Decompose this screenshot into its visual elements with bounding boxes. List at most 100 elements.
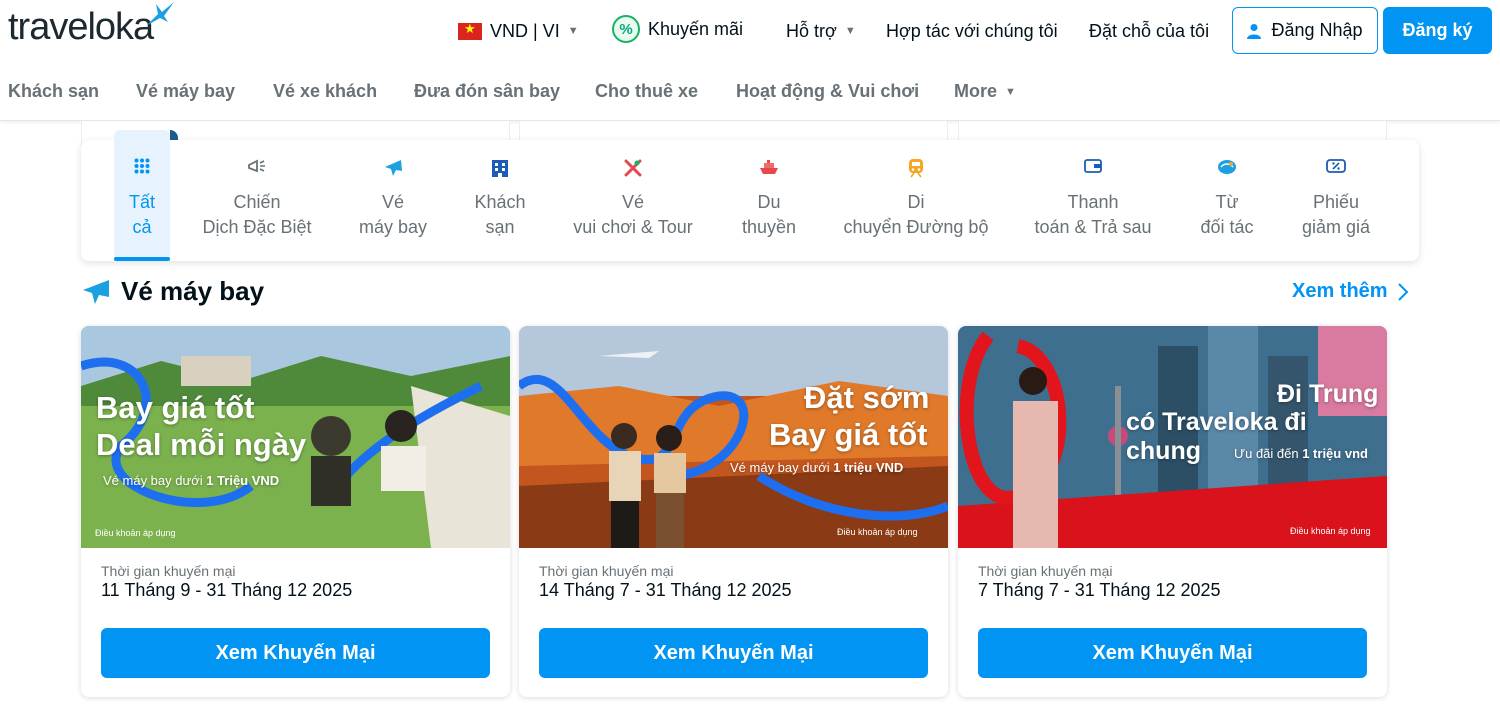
view-promo-button[interactable]: Xem Khuyến Mại: [539, 628, 928, 678]
promo-period-label: Thời gian khuyến mại: [101, 563, 236, 579]
category-label-line1: Chiến: [233, 192, 281, 212]
nav-item-activities[interactable]: Hoạt động & Vui chơi: [736, 81, 919, 102]
category-label-line2: vui chơi & Tour: [573, 217, 693, 237]
category-label-line2: thuyền: [741, 217, 797, 237]
my-bookings-label: Đặt chỗ của tôi: [1089, 20, 1210, 41]
banner-headline-line2: Bay giá tốt: [769, 417, 928, 452]
promo-label: Khuyến mãi: [648, 18, 744, 39]
promo-card: Đặt sớm Bay giá tốt Vé máy bay dưới 1 tr…: [519, 326, 948, 697]
category-label-line1: Vé: [621, 192, 645, 212]
register-button[interactable]: Đăng ký: [1383, 7, 1492, 54]
category-label-line2: máy bay: [358, 217, 428, 237]
my-bookings-link[interactable]: Đặt chỗ của tôi: [1089, 18, 1209, 44]
chevron-right-icon: [1397, 282, 1408, 301]
promo-period-label: Thời gian khuyến mại: [978, 563, 1113, 579]
promo-banner-image[interactable]: Bay giá tốt Deal mỗi ngày Vé máy bay dướ…: [81, 326, 510, 548]
see-more-label: Xem thêm: [1292, 280, 1388, 302]
nav-item-airport-transfer[interactable]: Đưa đón sân bay: [414, 81, 560, 102]
category-label-line1: Khách: [474, 192, 526, 212]
currency-language-selector[interactable]: VND | VI ▼: [458, 18, 579, 44]
category-tab-attractions-tour[interactable]: Vé vui chơi & Tour: [563, 158, 703, 240]
login-label: Đăng Nhập: [1271, 20, 1363, 40]
chevron-down-icon: ▼: [844, 25, 856, 37]
partner-icon: [1189, 158, 1265, 182]
category-tab-hotels[interactable]: Khách sạn: [462, 158, 538, 240]
promo-period-label: Thời gian khuyến mại: [539, 563, 674, 579]
category-label-line2: đối tác: [1200, 217, 1254, 237]
nav-more-menu[interactable]: More ▼: [954, 81, 1016, 102]
main-nav: Khách sạn Vé máy bay Vé xe khách Đưa đón…: [0, 60, 1500, 121]
category-label-line1: Thanh: [1067, 192, 1119, 212]
banner-subtext: Ưu đãi đến 1 triệu vnd: [1234, 446, 1368, 461]
chevron-down-icon: ▼: [1005, 85, 1016, 98]
plane-icon: [83, 280, 109, 304]
category-label-line1: Di: [907, 192, 925, 212]
hotel-icon: [462, 158, 538, 182]
nav-item-hotels[interactable]: Khách sạn: [8, 81, 99, 102]
chevron-down-icon: ▼: [567, 25, 579, 37]
category-tab-payment[interactable]: Thanh toán & Trả sau: [1026, 158, 1160, 240]
grid-icon: [114, 158, 170, 182]
traveloka-logo[interactable]: traveloka: [8, 6, 154, 49]
banner-subtext: Vé máy bay dưới 1 triệu VND: [730, 460, 904, 475]
banner-terms: Điều khoản áp dụng: [837, 527, 918, 537]
section-title: Vé máy bay: [121, 276, 265, 306]
login-button[interactable]: Đăng Nhập: [1232, 7, 1378, 54]
nav-item-car-rental[interactable]: Cho thuê xe: [595, 81, 698, 102]
category-label-line2: cả: [132, 217, 152, 237]
nav-item-flights[interactable]: Vé máy bay: [136, 81, 235, 102]
category-label-line1: Từ: [1215, 192, 1239, 212]
category-tab-coupons[interactable]: Phiếu giảm giá: [1293, 158, 1379, 240]
wallet-icon: [1026, 158, 1160, 182]
promo-card: Đi Trung có Traveloka đi chung Ưu đãi đế…: [958, 326, 1387, 697]
plane-icon: [353, 158, 433, 182]
category-label-line2: sạn: [485, 217, 515, 237]
partner-link[interactable]: Hợp tác với chúng tôi: [886, 18, 1058, 44]
support-label: Hỗ trợ: [786, 20, 837, 41]
banner-subtext: Vé máy bay dưới 1 Triệu VND: [103, 473, 280, 488]
cruise-icon: [732, 158, 806, 182]
currency-language-label: VND | VI: [490, 20, 560, 41]
coupon-icon: [1293, 158, 1379, 182]
category-label-line2: toán & Trả sau: [1034, 217, 1152, 237]
category-label-line2: Dịch Đặc Biệt: [202, 217, 312, 237]
category-tab-ground-transport[interactable]: Di chuyển Đường bộ: [836, 158, 996, 240]
category-label-line1: Tất: [128, 192, 155, 212]
top-header: traveloka VND | VI ▼ % Khuyến mãi Hỗ trợ…: [0, 0, 1500, 60]
category-tab-flights[interactable]: Vé máy bay: [353, 158, 433, 240]
support-menu[interactable]: Hỗ trợ ▼: [786, 18, 856, 44]
category-label-line1: Du: [757, 192, 781, 212]
view-promo-button[interactable]: Xem Khuyến Mại: [101, 628, 490, 678]
nav-item-bus[interactable]: Vé xe khách: [273, 81, 377, 102]
category-label-line2: giảm giá: [1301, 217, 1371, 237]
banner-headline-line2: Deal mỗi ngày: [96, 427, 307, 462]
promo-banner-image[interactable]: Đặt sớm Bay giá tốt Vé máy bay dưới 1 tr…: [519, 326, 948, 548]
banner-headline-line1: Đặt sớm: [804, 380, 930, 415]
category-tab-partners[interactable]: Từ đối tác: [1189, 158, 1265, 240]
train-icon: [836, 158, 996, 182]
see-more-link[interactable]: Xem thêm: [1292, 280, 1408, 303]
category-label-line2: chuyển Đường bộ: [843, 217, 989, 237]
category-tab-cruise[interactable]: Du thuyền: [732, 158, 806, 240]
attraction-icon: [563, 158, 703, 182]
category-tab-special-campaign[interactable]: Chiến Dịch Đặc Biệt: [192, 158, 322, 240]
promo-link[interactable]: % Khuyến mãi: [612, 15, 744, 43]
banner-headline-line1: Đi Trung: [1277, 380, 1379, 408]
banner-terms: Điều khoản áp dụng: [1290, 526, 1371, 536]
active-tab-indicator: [114, 257, 170, 261]
category-label-line1: Vé: [381, 192, 405, 212]
category-tab-all[interactable]: Tất cả: [114, 158, 170, 240]
promo-period-dates: 14 Tháng 7 - 31 Tháng 12 2025: [539, 580, 792, 600]
banner-headline-line1: Bay giá tốt: [96, 390, 255, 425]
promo-card: Bay giá tốt Deal mỗi ngày Vé máy bay dướ…: [81, 326, 510, 697]
percent-badge-icon: %: [612, 15, 640, 43]
promo-period-dates: 11 Tháng 9 - 31 Tháng 12 2025: [101, 580, 353, 600]
megaphone-icon: [192, 158, 322, 182]
user-icon: [1247, 23, 1262, 39]
view-promo-button[interactable]: Xem Khuyến Mại: [978, 628, 1367, 678]
partner-label: Hợp tác với chúng tôi: [886, 20, 1058, 41]
logo-bird-icon: [146, 2, 174, 26]
banner-terms: Điều khoản áp dụng: [95, 528, 176, 538]
promo-banner-image[interactable]: Đi Trung có Traveloka đi chung Ưu đãi đế…: [958, 326, 1387, 548]
vietnam-flag-icon: [458, 21, 482, 40]
